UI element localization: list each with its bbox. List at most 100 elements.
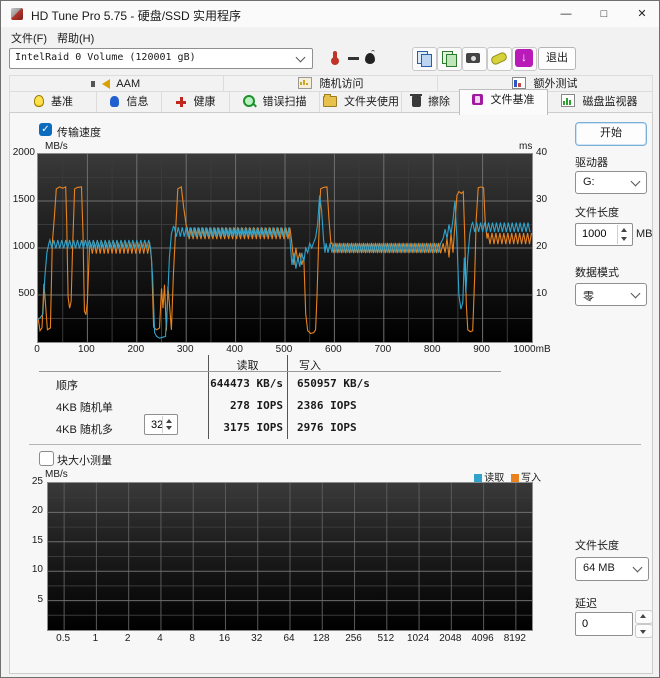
spin-down-icon[interactable] (621, 237, 627, 241)
axis-tick-label: 20 (31, 505, 43, 517)
4kb-single-read-value: 278 IOPS (230, 399, 283, 412)
4kb-multi-write-value: 2976 IOPS (297, 421, 357, 434)
axis-tick-label: 10 (31, 564, 43, 576)
section-divider (29, 444, 641, 445)
file-benchmark-icon (472, 94, 484, 105)
axis-tick-label: 700 (374, 344, 392, 355)
copy-image-button[interactable] (437, 47, 462, 71)
axis-tick-label: 900 (473, 344, 490, 355)
transfer-chart-svg (37, 154, 533, 342)
file-length2-label: 文件长度 (575, 540, 619, 552)
save-button[interactable]: ↓ (512, 47, 537, 71)
chevron-down-icon (630, 288, 641, 299)
file-length-unit: MB (636, 228, 653, 240)
drive-dropdown[interactable]: G: (575, 171, 647, 194)
table-rule (39, 371, 501, 372)
axis-tick-label: 30 (536, 194, 548, 205)
pill-icon (489, 51, 509, 66)
transfer-chart (37, 153, 533, 343)
axis-tick-label: 400 (226, 344, 243, 355)
copy-text-button[interactable] (412, 47, 437, 71)
health-cross-icon (176, 97, 187, 107)
axis-tick-label: 800 (423, 344, 441, 355)
chart2-ylabel: MB/s (45, 469, 68, 480)
axis-tick-label: 40 (536, 147, 548, 158)
axis-tick-label: 1500 (12, 194, 35, 205)
axis-tick-label: 1000 (12, 241, 35, 252)
chart1-ylabel-right: ms (519, 141, 533, 152)
menu-file[interactable]: 文件(F) (5, 29, 53, 47)
transfer-speed-label: 传输速度 (57, 127, 101, 139)
axis-tick-label: 500 (275, 344, 293, 355)
block-size-chart (47, 482, 533, 631)
axis-tick-label: 25 (31, 476, 43, 487)
start-button[interactable]: 开始 (575, 122, 647, 146)
transfer-speed-checkbox[interactable]: ✓ (39, 123, 52, 136)
delay-up-button[interactable] (635, 610, 653, 624)
axis-tick-label: 10 (536, 288, 548, 299)
read-legend-swatch (474, 474, 483, 482)
axis-tick-label: 600 (325, 344, 342, 355)
delay-label: 延迟 (575, 598, 597, 610)
chevron-down-icon (632, 562, 643, 573)
write-legend-swatch (511, 474, 519, 482)
row-label-4kb-multi: 4KB 随机多 (56, 424, 113, 436)
app-icon (11, 8, 23, 20)
spin-down-icon (640, 630, 646, 634)
axis-tick-label: 200 (127, 344, 145, 355)
axis-tick-label: 1000mB (513, 344, 551, 355)
spin-up-icon[interactable] (621, 228, 627, 232)
axis-tick-label: 15 (31, 534, 43, 546)
delay-input-box[interactable] (575, 612, 633, 636)
seq-write-value: 650957 KB/s (297, 377, 370, 390)
dash-icon (348, 57, 359, 60)
axis-tick-label: 2000 (12, 147, 35, 158)
file-length2-value: 64 MB (583, 562, 615, 574)
row-label-4kb-single: 4KB 随机单 (56, 402, 113, 414)
app-window: HD Tune Pro 5.75 - 硬盘/SSD 实用程序 — □ ✕ 文件(… (0, 0, 660, 678)
lightbulb-icon (33, 95, 44, 107)
capture-button[interactable] (487, 47, 512, 71)
temperature-icon (331, 51, 339, 65)
info-icon (110, 96, 120, 107)
row-label-sequential: 顺序 (56, 380, 78, 392)
copy-green-icon (442, 51, 457, 67)
block-size-label: 块大小测量 (57, 455, 112, 467)
menubar: 文件(F) 帮助(H) (1, 27, 659, 45)
data-mode-dropdown[interactable]: 零 (575, 283, 647, 306)
copy-icon (417, 51, 432, 67)
close-button[interactable]: ✕ (625, 1, 659, 27)
chevron-down-icon (295, 52, 306, 63)
tab-file-benchmark[interactable]: 文件基准 (459, 89, 548, 115)
maximize-button[interactable]: □ (587, 1, 621, 27)
minimize-button[interactable]: — (549, 1, 583, 27)
data-mode-value: 零 (583, 291, 594, 303)
block-size-checkbox[interactable] (39, 451, 54, 466)
data-mode-label: 数据模式 (575, 267, 619, 279)
download-arrow-icon: ↓ (515, 49, 533, 67)
4kb-multi-read-value: 3175 IOPS (223, 421, 283, 434)
drive-select-value: IntelRaid 0 Volume (120001 gB) (15, 52, 196, 63)
window-title: HD Tune Pro 5.75 - 硬盘/SSD 实用程序 (31, 9, 242, 23)
screenshot-button[interactable] (462, 47, 487, 71)
file-length-arrows[interactable] (617, 225, 631, 244)
trash-icon (410, 93, 423, 107)
drive-select[interactable]: IntelRaid 0 Volume (120001 gB) (9, 48, 313, 69)
4kb-single-write-value: 2386 IOPS (297, 399, 357, 412)
speaker-icon (90, 79, 110, 89)
delay-input[interactable] (580, 614, 632, 634)
menu-help[interactable]: 帮助(H) (51, 29, 100, 47)
axis-tick-label: 100 (78, 344, 95, 355)
axis-tick-label: 20 (536, 241, 548, 252)
spin-up-icon (640, 614, 646, 618)
axis-tick-label: 0 (34, 344, 40, 355)
titlebar: HD Tune Pro 5.75 - 硬盘/SSD 实用程序 — □ ✕ (1, 1, 659, 28)
delay-down-button[interactable] (635, 624, 653, 638)
drive-label: 驱动器 (575, 157, 608, 169)
seq-read-value: 644473 KB/s (210, 377, 283, 390)
file-length-spinner[interactable] (575, 223, 633, 246)
exit-button[interactable]: 退出 (538, 47, 576, 70)
axis-tick-label: 300 (176, 344, 194, 355)
extra-tests-icon (512, 77, 527, 89)
file-length2-dropdown[interactable]: 64 MB (575, 557, 649, 581)
